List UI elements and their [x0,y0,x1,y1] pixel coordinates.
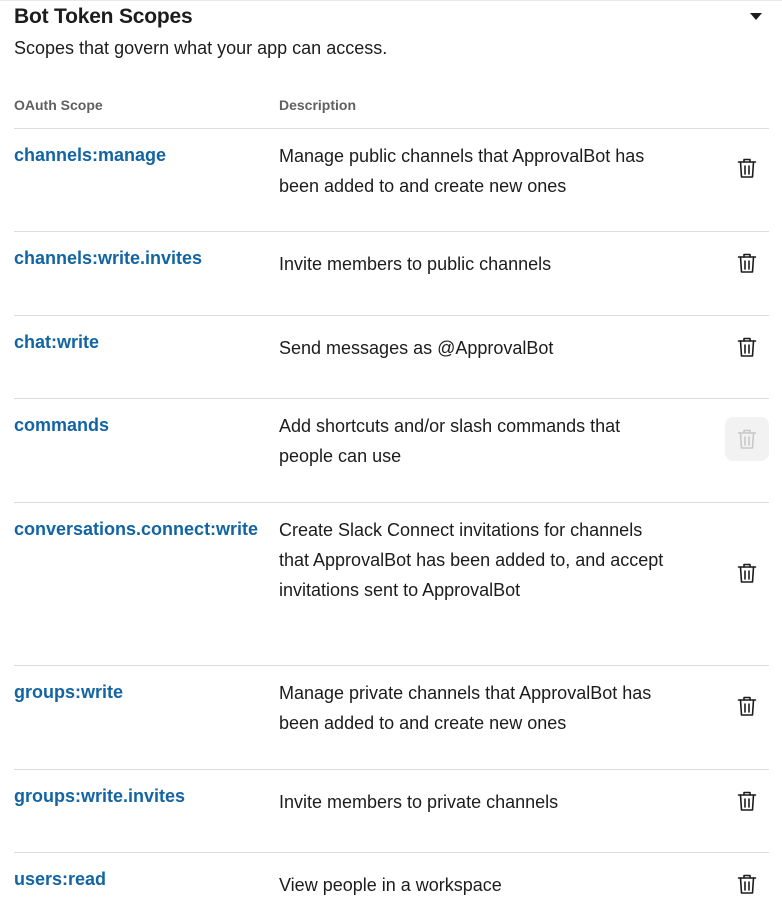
scope-description: Add shortcuts and/or slash commands that… [279,416,621,466]
bot-token-scopes-section: Bot Token Scopes Scopes that govern what… [14,0,782,895]
table-header: OAuth Scope Description [14,92,769,129]
scope-description: Create Slack Connect invitations for cha… [279,520,664,600]
trash-icon [737,157,757,179]
trash-icon [737,428,757,450]
table-row: groups:write Manage private channels tha… [14,666,769,770]
scope-description: Send messages as @ApprovalBot [279,338,554,358]
table-row: groups:write.invites Invite members to p… [14,770,769,853]
scope-link[interactable]: chat:write [14,331,99,353]
delete-scope-button[interactable] [725,325,769,369]
column-header-description: Description [279,97,357,113]
trash-icon [737,252,757,274]
table-row: conversations.connect:write Create Slack… [14,503,769,666]
scope-link[interactable]: users:read [14,868,106,890]
scopes-table: OAuth Scope Description channels:manage … [14,92,769,905]
delete-scope-button[interactable] [725,684,769,728]
section-title: Bot Token Scopes [14,5,193,28]
column-header-oauth-scope: OAuth Scope [14,97,103,113]
delete-scope-button[interactable] [725,862,769,906]
trash-icon [737,873,757,895]
delete-scope-button[interactable] [725,146,769,190]
scope-link[interactable]: groups:write [14,681,123,703]
trash-icon [737,562,757,584]
section-header: Bot Token Scopes [14,0,782,36]
table-row: channels:write.invites Invite members to… [14,232,769,316]
scope-link[interactable]: groups:write.invites [14,785,185,807]
scope-description: Manage public channels that ApprovalBot … [279,146,645,196]
table-row: users:read View people in a workspace [14,853,769,905]
delete-scope-button-disabled [725,417,769,461]
section-subtitle: Scopes that govern what your app can acc… [14,38,388,58]
scope-description: Invite members to public channels [279,254,552,274]
scope-description: Manage private channels that ApprovalBot… [279,683,652,733]
trash-icon [737,336,757,358]
trash-icon [737,695,757,717]
table-row: channels:manage Manage public channels t… [14,129,769,232]
scope-link[interactable]: conversations.connect:write [14,518,258,540]
delete-scope-button[interactable] [725,779,769,823]
caret-down-icon[interactable] [748,9,764,23]
scope-description: View people in a workspace [279,875,502,895]
table-row: commands Add shortcuts and/or slash comm… [14,399,769,503]
trash-icon [737,790,757,812]
scope-link[interactable]: channels:write.invites [14,247,202,269]
scope-link[interactable]: channels:manage [14,144,166,166]
scope-link[interactable]: commands [14,414,109,436]
table-row: chat:write Send messages as @ApprovalBot [14,316,769,399]
delete-scope-button[interactable] [725,551,769,595]
scope-description: Invite members to private channels [279,792,559,812]
delete-scope-button[interactable] [725,241,769,285]
